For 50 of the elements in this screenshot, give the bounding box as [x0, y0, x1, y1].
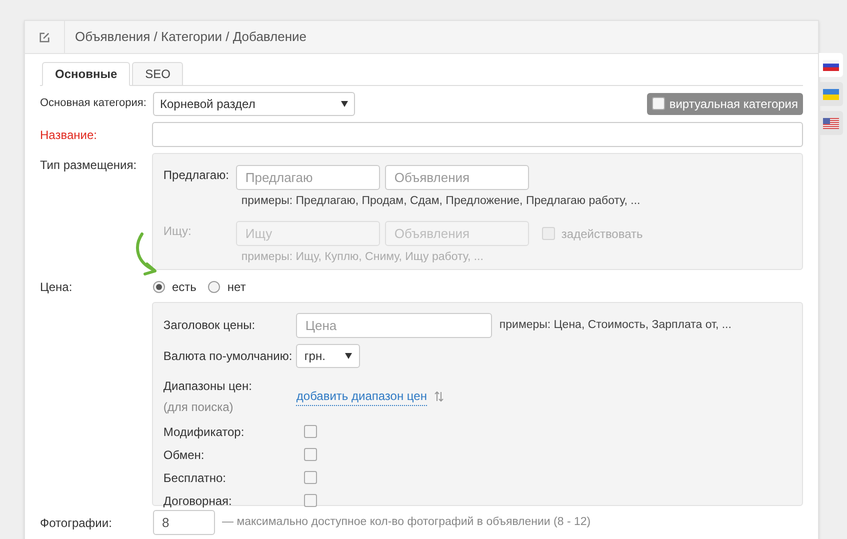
tab[interactable]: SEO: [132, 62, 184, 86]
ukraine-flag-icon: [823, 88, 839, 100]
tab[interactable]: Основные: [42, 62, 130, 86]
sort-arrows-icon: [434, 391, 444, 402]
field-label: Тип размещения:: [40, 157, 138, 174]
photos-count-input[interactable]: 8: [153, 510, 215, 535]
field-label: Цена:: [40, 279, 74, 296]
radio-label: нет: [227, 279, 246, 296]
checkbox[interactable]: [304, 494, 318, 507]
usa-flag-icon: [823, 118, 839, 128]
checkbox[interactable]: [304, 425, 318, 438]
field-label: Фотографии:: [40, 514, 113, 532]
examples-hint: примеры: Ищу, Куплю, Сниму, Ищу работу, ...: [241, 250, 484, 266]
caret-icon: [345, 353, 352, 359]
price-title-input[interactable]: Цена: [296, 313, 492, 338]
field-label: Основная категория:: [40, 96, 148, 112]
field-label: Модификатор:: [163, 424, 246, 440]
field-label: Обмен:: [163, 446, 206, 464]
photos-hint: — максимально доступное кол-во фотографий в объявлении (8 - 12): [222, 514, 591, 530]
field-label: Договорная:: [163, 492, 233, 510]
language-tab[interactable]: [819, 111, 843, 135]
examples-hint: примеры: Цена, Стоимость, Зарплата от, ...: [499, 318, 732, 333]
text-input[interactable]: Объявления: [385, 165, 530, 190]
language-tab[interactable]: [819, 82, 843, 106]
radio-button[interactable]: [153, 281, 165, 293]
field-label: Бесплатно:: [163, 470, 227, 486]
checkbox[interactable]: [652, 97, 666, 110]
name-input[interactable]: [152, 122, 803, 147]
category-select[interactable]: Корневой раздел: [153, 92, 355, 116]
language-tab[interactable]: [819, 53, 843, 77]
edit-icon: [39, 32, 50, 42]
checkbox[interactable]: [304, 471, 318, 484]
field-label: Валюта по-умолчанию:: [163, 348, 294, 365]
field-label: Заголовок цены:: [163, 317, 256, 334]
text-input[interactable]: Предлагаю: [236, 165, 380, 190]
breadcrumb: Объявления / Категории / Добавление: [75, 28, 307, 46]
checkbox[interactable]: [304, 448, 318, 461]
checkbox-label: задействовать: [561, 226, 643, 243]
field-label: Название:: [40, 126, 98, 144]
field-label: Предлагаю:: [163, 167, 230, 184]
field-label: Ищу:: [163, 223, 192, 240]
russia-flag-icon: [823, 60, 839, 70]
currency-select[interactable]: грн.: [296, 344, 360, 368]
radio-label: есть: [172, 279, 196, 296]
add-range-link[interactable]: добавить диапазон цен: [296, 387, 427, 406]
caret-icon: [341, 100, 348, 106]
field-label: Диапазоны цен:: [163, 378, 253, 395]
field-note: (для поиска): [163, 399, 234, 416]
radio-button[interactable]: [208, 281, 220, 293]
examples-hint: примеры: Предлагаю, Продам, Сдам, Предложение, Предлагаю работу, ...: [241, 194, 642, 209]
